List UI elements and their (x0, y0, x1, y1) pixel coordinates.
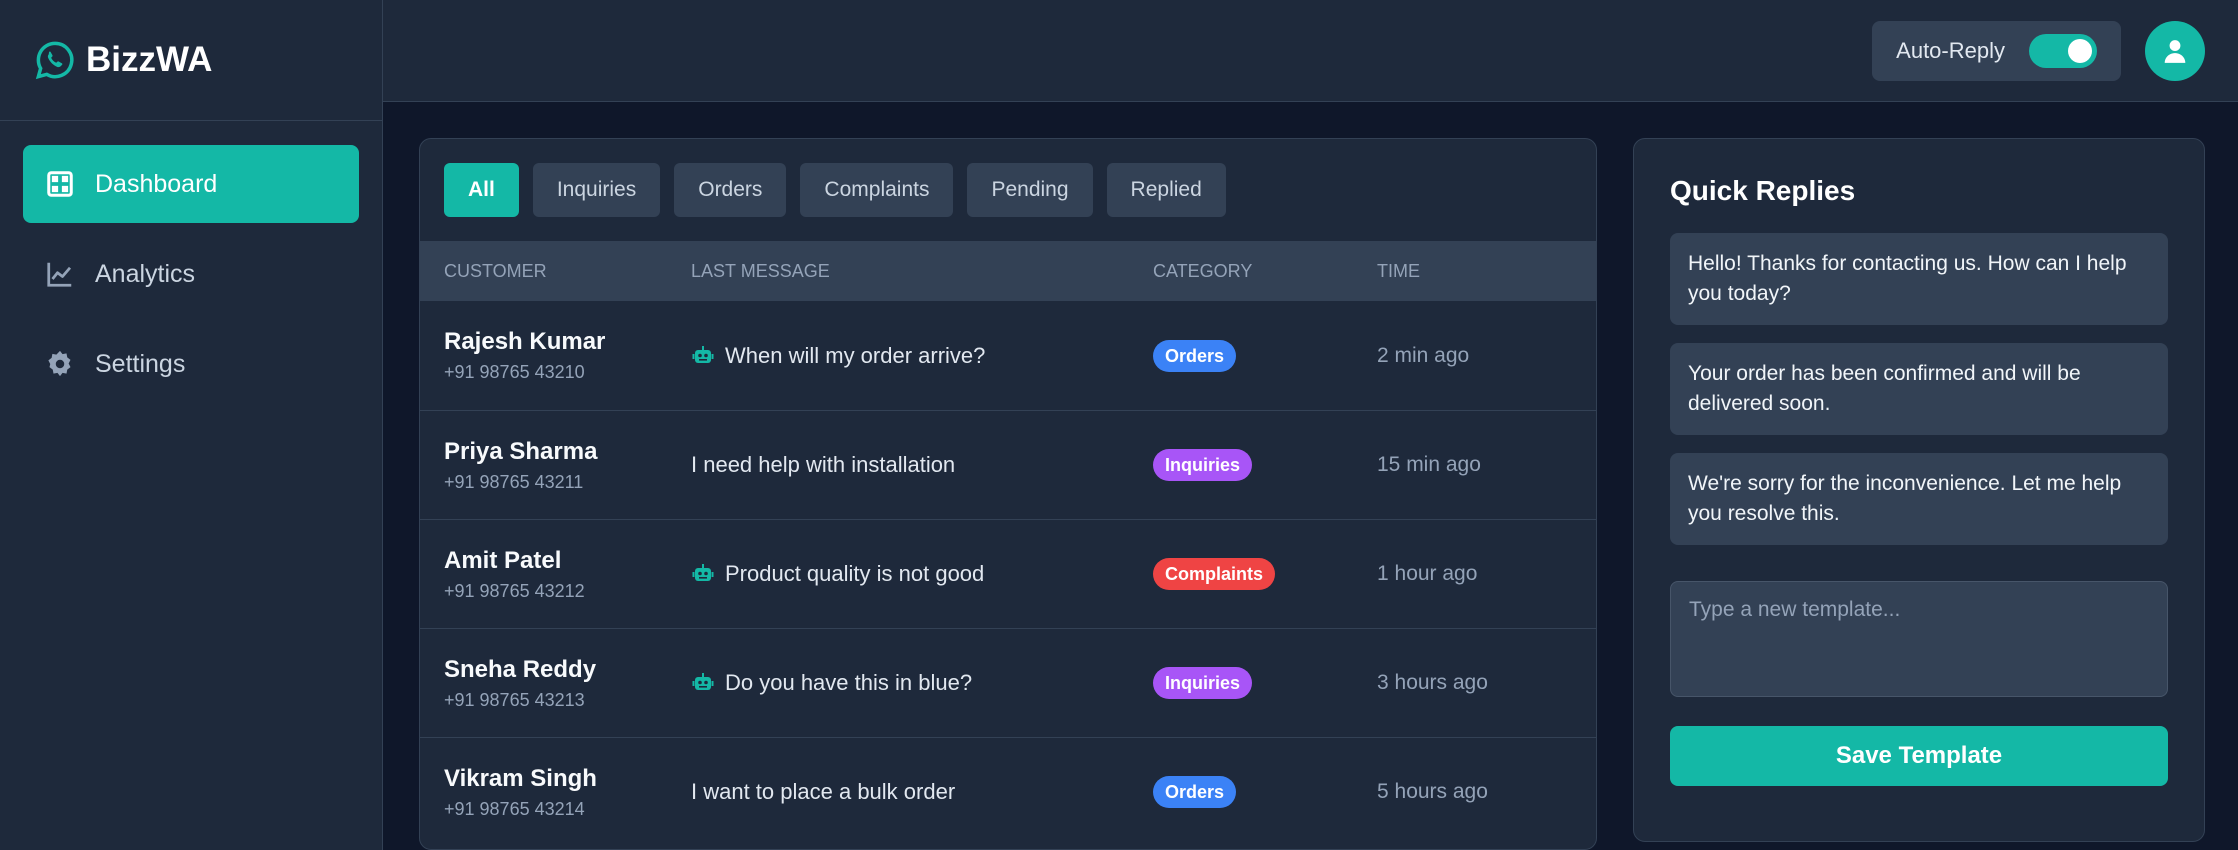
header-category: CATEGORY (1153, 260, 1253, 281)
customer-phone: +91 98765 43210 (444, 362, 585, 382)
auto-reply-control: Auto-Reply (1872, 20, 2121, 81)
auto-reply-toggle[interactable] (2029, 33, 2097, 68)
message-cell: I want to place a bulk order (691, 779, 1153, 805)
category-cell: Complaints (1153, 558, 1377, 590)
bot-icon (692, 673, 714, 690)
customer-name: Priya Sharma (444, 437, 598, 465)
filter-all[interactable]: All (444, 163, 519, 217)
customer-phone: +91 98765 43212 (444, 580, 585, 601)
content: All Inquiries Orders Complaints Pending … (383, 102, 2238, 850)
dashboard-icon (47, 171, 73, 197)
category-badge: Inquiries (1153, 449, 1253, 481)
table-body: Rajesh Kumar +91 98765 43210 When will m… (420, 301, 1596, 846)
save-template-button[interactable]: Save Template (1670, 726, 2168, 786)
sidebar-item-label: Analytics (95, 259, 196, 288)
customer-phone: +91 98765 43211 (444, 471, 584, 492)
message-cell: I need help with installation (691, 452, 1153, 478)
customer-cell: Rajesh Kumar +91 98765 43210 (420, 328, 691, 383)
conversations-card: All Inquiries Orders Complaints Pending … (419, 138, 1597, 850)
sidebar-item-dashboard[interactable]: Dashboard (23, 145, 359, 223)
message-text: When will my order arrive? (725, 342, 986, 368)
brand-name: BizzWA (86, 40, 213, 79)
message-cell: Do you have this in blue? (691, 670, 1153, 696)
quick-replies-card: Quick Replies Hello! Thanks for contacti… (1633, 138, 2205, 842)
time-cell: 1 hour ago (1377, 562, 1478, 585)
message-cell: Product quality is not good (691, 561, 1153, 587)
sidebar-item-settings[interactable]: Settings (23, 325, 359, 403)
message-text: Product quality is not good (725, 561, 985, 586)
gear-icon (48, 350, 71, 377)
time-cell: 2 min ago (1377, 343, 1470, 367)
category-cell: Inquiries (1153, 449, 1377, 481)
table-header: CUSTOMER LAST MESSAGE CATEGORY TIME (420, 241, 1596, 301)
quick-replies-title: Quick Replies (1670, 175, 1856, 206)
message-text: I need help with installation (691, 452, 956, 477)
sidebar-item-label: Dashboard (95, 169, 218, 198)
customer-name: Rajesh Kumar (444, 328, 606, 355)
category-badge: Orders (1153, 339, 1237, 372)
customer-name: Sneha Reddy (444, 655, 597, 683)
avatar[interactable] (2145, 20, 2205, 81)
filter-replied[interactable]: Replied (1106, 163, 1226, 217)
sidebar-nav: Dashboard Analytics Settings (0, 121, 382, 439)
topbar: Auto-Reply (383, 0, 2238, 102)
bot-icon (692, 345, 714, 363)
quick-reply-item[interactable]: Hello! Thanks for contacting us. How can… (1670, 233, 2168, 325)
table-row[interactable]: Vikram Singh +91 98765 43214 I want to p… (420, 737, 1596, 846)
main-area: Auto-Reply All Inquiries Orders Complain… (383, 0, 2238, 850)
header-customer: CUSTOMER (444, 260, 547, 281)
sidebar-item-label: Settings (95, 349, 186, 378)
category-badge: Inquiries (1153, 667, 1253, 699)
new-template-input[interactable] (1670, 581, 2168, 697)
whatsapp-logo-icon (35, 41, 74, 80)
time-cell: 15 min ago (1377, 453, 1481, 476)
category-badge: Orders (1153, 776, 1237, 808)
chart-line-icon (47, 262, 72, 287)
category-badge: Complaints (1153, 558, 1276, 590)
message-text: I want to place a bulk order (691, 779, 956, 804)
customer-cell: Amit Patel +91 98765 43212 (420, 547, 691, 602)
table-row[interactable]: Sneha Reddy +91 98765 43213 Do you have … (420, 628, 1596, 737)
filter-orders[interactable]: Orders (674, 163, 787, 217)
customer-cell: Priya Sharma +91 98765 43211 (420, 438, 691, 493)
customer-phone: +91 98765 43214 (444, 798, 585, 819)
message-cell: When will my order arrive? (691, 343, 1153, 369)
filter-inquiries[interactable]: Inquiries (532, 163, 661, 217)
time-cell: 5 hours ago (1377, 780, 1488, 803)
category-cell: Orders (1153, 339, 1377, 372)
quick-reply-item[interactable]: We're sorry for the inconvenience. Let m… (1670, 453, 2168, 545)
category-cell: Inquiries (1153, 667, 1377, 699)
user-icon (2164, 39, 2186, 63)
quick-reply-item[interactable]: Your order has been confirmed and will b… (1670, 343, 2168, 435)
brand: BizzWA (0, 0, 382, 121)
table-row[interactable]: Amit Patel +91 98765 43212 Product quali… (420, 519, 1596, 628)
message-text: Do you have this in blue? (725, 670, 973, 695)
filter-complaints[interactable]: Complaints (800, 163, 954, 217)
header-last-message: LAST MESSAGE (691, 260, 830, 281)
customer-name: Vikram Singh (444, 764, 597, 792)
table-row[interactable]: Rajesh Kumar +91 98765 43210 When will m… (420, 301, 1596, 410)
category-cell: Orders (1153, 776, 1377, 808)
customer-name: Amit Patel (444, 546, 562, 574)
header-time: TIME (1377, 260, 1420, 281)
toggle-knob (2068, 38, 2092, 63)
auto-reply-label: Auto-Reply (1896, 37, 2005, 63)
customer-phone: +91 98765 43213 (444, 689, 585, 710)
sidebar: BizzWA Dashboard Analytics Settings (0, 0, 383, 850)
customer-cell: Vikram Singh +91 98765 43214 (420, 765, 691, 820)
sidebar-item-analytics[interactable]: Analytics (23, 235, 359, 313)
time-cell: 3 hours ago (1377, 671, 1488, 694)
filter-tabs: All Inquiries Orders Complaints Pending … (420, 139, 1596, 241)
bot-icon (692, 564, 714, 581)
filter-pending[interactable]: Pending (967, 163, 1093, 217)
table-row[interactable]: Priya Sharma +91 98765 43211 I need help… (420, 410, 1596, 519)
customer-cell: Sneha Reddy +91 98765 43213 (420, 656, 691, 711)
